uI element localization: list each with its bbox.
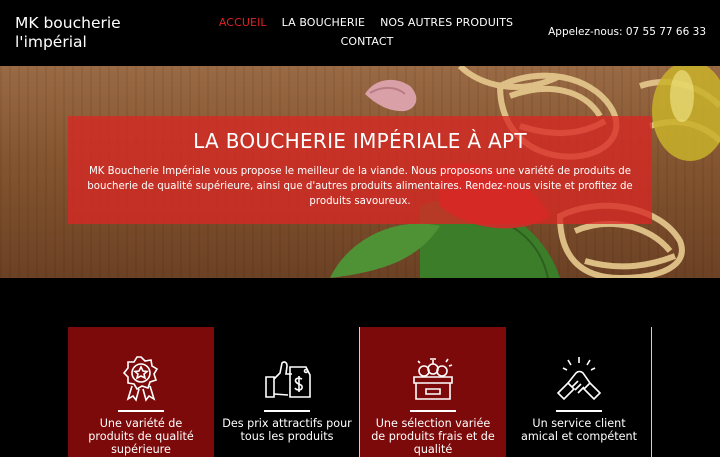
hero-text-box: LA BOUCHERIE IMPÉRIALE À APT MK Boucheri… <box>68 116 652 224</box>
card-divider <box>264 410 310 412</box>
feature-card-selection: Une sélection variée de produits frais e… <box>360 327 506 457</box>
card-divider <box>556 410 602 412</box>
award-ribbon-icon <box>122 356 159 402</box>
card-divider <box>410 410 456 412</box>
hero-description: MK Boucherie Impériale vous propose le m… <box>87 166 633 207</box>
nav-contact[interactable]: CONTACT <box>341 35 394 48</box>
nav-la-boucherie[interactable]: LA BOUCHERIE <box>282 16 365 29</box>
card-divider <box>118 410 164 412</box>
site-header: MK boucherie l'impérial ACCUEIL LA BOUCH… <box>0 0 720 66</box>
nav-nos-autres-produits[interactable]: NOS AUTRES PRODUITS <box>380 16 513 29</box>
price-tag-thumbs-up-icon <box>265 361 311 398</box>
nav-accueil[interactable]: ACCUEIL <box>219 16 267 29</box>
feature-text: Une variété de produits de qualité supér… <box>88 417 194 456</box>
hero-banner: LA BOUCHERIE IMPÉRIALE À APT MK Boucheri… <box>0 66 720 278</box>
hero-title: LA BOUCHERIE IMPÉRIALE À APT <box>193 129 527 153</box>
feature-card-service: Un service client amical et compétent <box>506 327 652 457</box>
handshake-icon <box>556 357 602 401</box>
feature-text: Une sélection variée de produits frais e… <box>371 417 495 456</box>
feature-text: Des prix attractifs pour tous les produi… <box>222 417 352 443</box>
phone-number[interactable]: Appelez-nous: 07 55 77 66 33 <box>548 26 706 38</box>
food-crate-icon <box>413 358 453 400</box>
feature-card-quality: Une variété de produits de qualité supér… <box>68 327 214 457</box>
features-section: Une variété de produits de qualité supér… <box>0 278 720 457</box>
feature-card-prices: Des prix attractifs pour tous les produi… <box>214 327 360 457</box>
feature-text: Un service client amical et compétent <box>521 417 637 443</box>
